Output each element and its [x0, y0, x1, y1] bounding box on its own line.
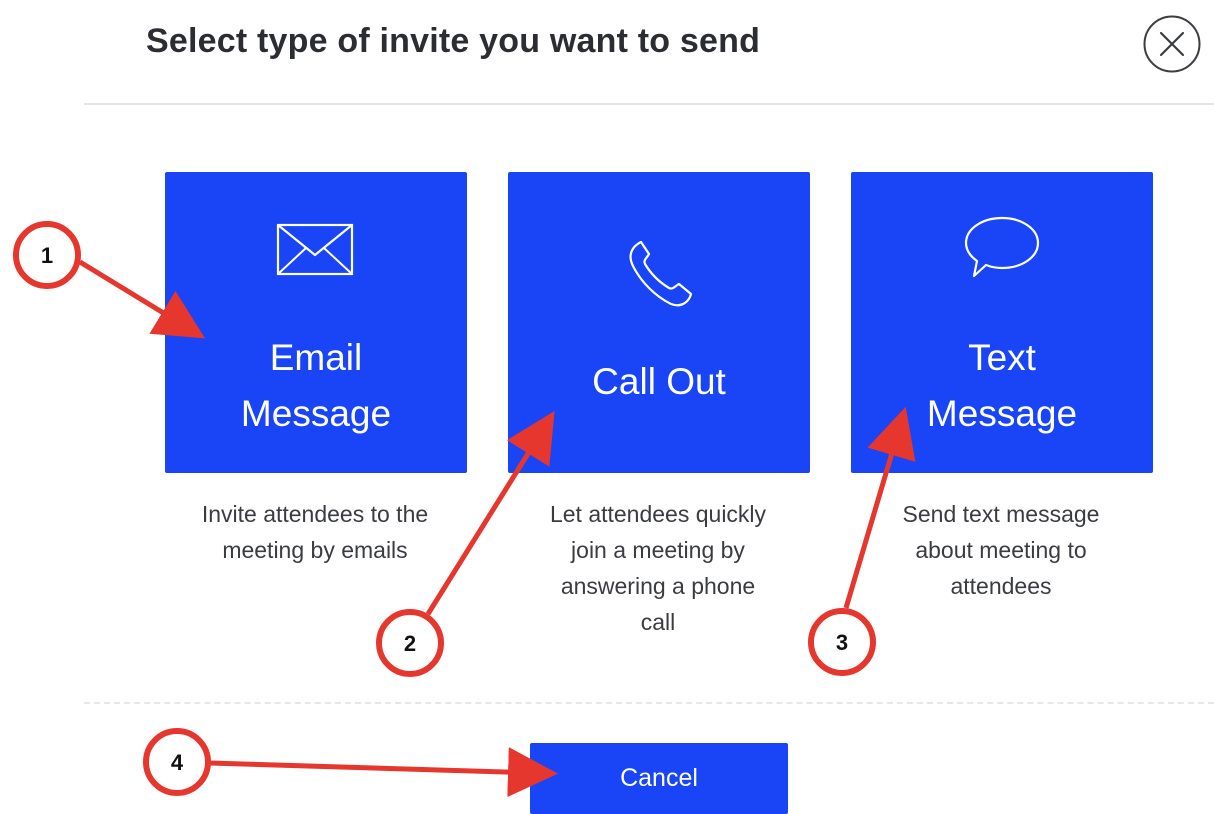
- annotation-arrow-4: [209, 747, 558, 798]
- cancel-button[interactable]: Cancel: [530, 743, 788, 814]
- email-option-description: Invite attendees to the meeting by email…: [155, 496, 475, 568]
- text-label-line-1: Text: [968, 337, 1036, 378]
- text-desc-line: about meeting to: [915, 537, 1087, 563]
- speech-bubble-icon: [964, 216, 1040, 278]
- email-message-option[interactable]: Email Message: [165, 172, 467, 473]
- annotation-marker-2: 2: [376, 609, 444, 677]
- call-out-desc-line: Let attendees quickly: [549, 501, 767, 527]
- annotation-marker-1: 1: [13, 221, 81, 289]
- text-desc-line: Send text message: [902, 501, 1100, 527]
- email-desc-line: Invite attendees to the: [201, 501, 429, 527]
- call-out-desc-line: join a meeting by: [571, 537, 745, 563]
- footer-divider: [84, 702, 1214, 704]
- email-desc-line: meeting by emails: [222, 537, 408, 563]
- phone-icon: [629, 240, 693, 307]
- email-label-line-1: Email: [269, 337, 363, 378]
- email-label-line-2: Message: [240, 393, 392, 434]
- close-button[interactable]: [1143, 15, 1201, 73]
- text-desc-line: attendees: [950, 573, 1052, 599]
- annotation-marker-3: 3: [808, 608, 876, 676]
- marker-4-label: 4: [171, 750, 184, 775]
- marker-2-label: 2: [404, 631, 416, 656]
- envelope-icon: [276, 223, 354, 276]
- invite-dialog: Select type of invite you want to send E…: [0, 0, 1214, 814]
- text-label-line-2: Message: [926, 393, 1078, 434]
- marker-1-label: 1: [41, 243, 53, 268]
- text-message-option[interactable]: Text Message: [851, 172, 1153, 473]
- close-circle-icon: [1143, 15, 1201, 73]
- call-out-option[interactable]: Call Out: [508, 172, 810, 473]
- header-divider: [84, 103, 1214, 105]
- call-out-label: Call Out: [592, 361, 726, 402]
- call-out-desc-line: call: [640, 609, 676, 635]
- annotation-marker-4: 4: [143, 728, 211, 796]
- marker-3-label: 3: [836, 630, 848, 655]
- text-option-description: Send text message about meeting to atten…: [841, 496, 1161, 604]
- call-out-desc-line: answering a phone: [560, 573, 756, 599]
- call-out-option-description: Let attendees quickly join a meeting by …: [498, 496, 818, 640]
- dialog-title: Select type of invite you want to send: [146, 22, 761, 60]
